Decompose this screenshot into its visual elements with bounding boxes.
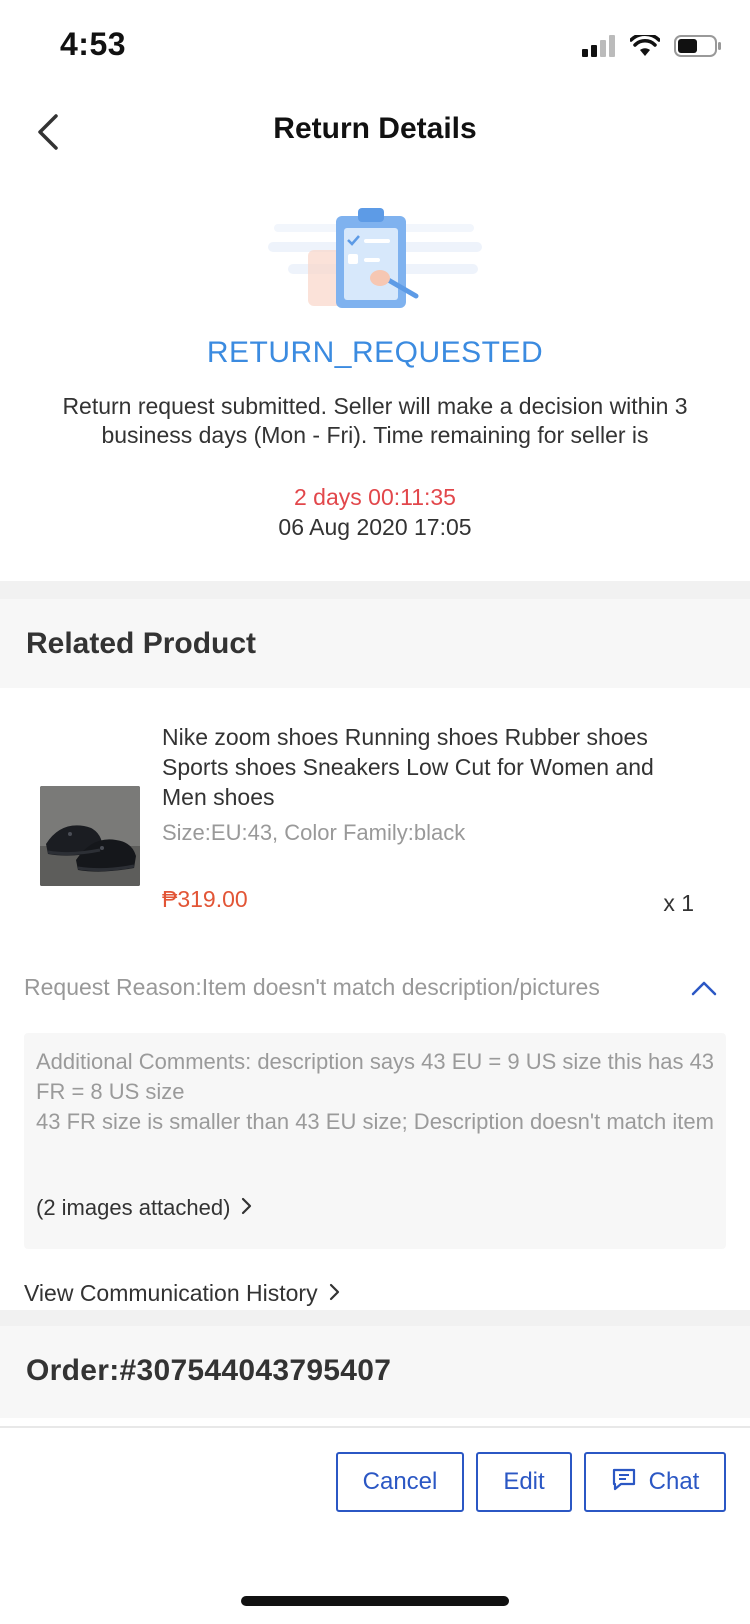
return-status-label: RETURN_REQUESTED [206, 336, 544, 369]
attachments-link[interactable]: (2 images attached) [36, 1195, 252, 1221]
page-title: Return Details [273, 112, 477, 145]
return-status-description: Return request submitted. Seller will ma… [62, 393, 688, 448]
attachments-label: (2 images attached) [36, 1195, 231, 1220]
countdown-timer: 2 days 00:11:35 [294, 484, 456, 510]
product-quantity: x 1 [663, 890, 694, 916]
product-variant: Size:EU:43, Color Family:black [162, 820, 466, 845]
section-divider [0, 581, 750, 599]
additional-comments: Additional Comments: description says 43… [36, 1047, 716, 1137]
chat-button[interactable]: Chat [584, 1452, 726, 1512]
status-icons [582, 32, 722, 63]
chevron-right-icon [240, 1195, 252, 1221]
action-bar: Cancel Edit Chat [0, 1452, 750, 1514]
chat-button-label: Chat [648, 1468, 700, 1495]
communication-history-label: View Communication History [24, 1280, 318, 1306]
battery-icon [674, 34, 722, 63]
request-date: 06 Aug 2020 17:05 [278, 514, 472, 540]
nav-bar: Return Details [0, 92, 750, 176]
collapse-toggle[interactable] [686, 972, 722, 1008]
section-divider [0, 1310, 750, 1326]
section-title: Related Product [26, 627, 257, 660]
chevron-right-icon [328, 1280, 340, 1307]
request-reason-row[interactable]: Request Reason:Item doesn't match descri… [0, 966, 750, 1016]
cellular-signal-icon [582, 35, 616, 62]
home-indicator [241, 1596, 509, 1606]
cancel-button[interactable]: Cancel [336, 1452, 464, 1512]
related-product-header: Related Product [0, 599, 750, 688]
status-time: 4:53 [60, 26, 127, 62]
view-communication-history-link[interactable]: View Communication History [24, 1280, 340, 1307]
wifi-icon [629, 32, 661, 62]
product-thumbnail[interactable] [40, 786, 140, 886]
chat-bubble-icon [611, 1467, 637, 1498]
product-price: ₱319.00 [162, 886, 248, 912]
footer-divider [0, 1426, 750, 1428]
additional-comments-box: Additional Comments: description says 43… [24, 1033, 726, 1249]
product-card[interactable]: Nike zoom shoes Running shoes Rubber sho… [0, 688, 750, 938]
request-reason: Request Reason:Item doesn't match descri… [24, 974, 600, 1000]
status-bar: 4:53 [0, 0, 750, 92]
edit-button[interactable]: Edit [476, 1452, 572, 1512]
clipboard-checklist-illustration [268, 206, 482, 316]
order-section: Order:#307544043795407 [0, 1326, 750, 1418]
return-status-panel: RETURN_REQUESTED Return request submitte… [0, 196, 750, 581]
comments-line: 43 FR size is smaller than 43 EU size; D… [36, 1109, 714, 1134]
order-number: Order:#307544043795407 [26, 1354, 392, 1387]
product-name[interactable]: Nike zoom shoes Running shoes Rubber sho… [162, 722, 662, 812]
chevron-up-icon [691, 980, 717, 1001]
black-sneakers-photo [40, 786, 140, 886]
comments-line: Additional Comments: description says 43… [36, 1049, 715, 1104]
